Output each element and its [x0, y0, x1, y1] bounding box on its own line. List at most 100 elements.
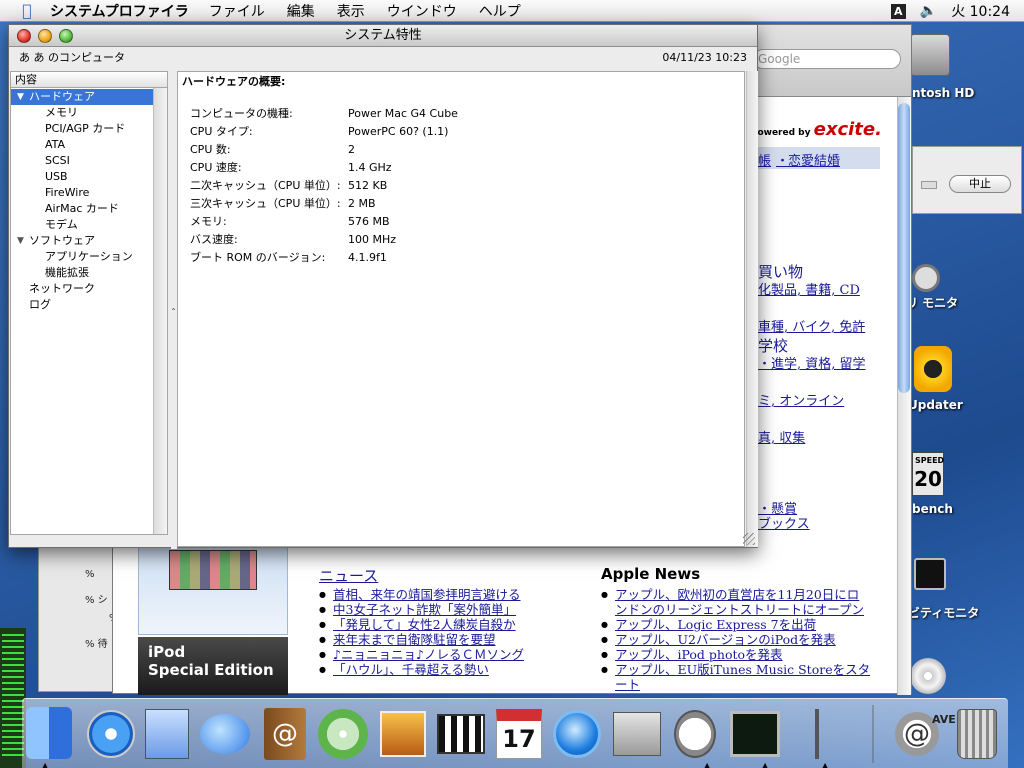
menu-view[interactable]: 表示: [337, 1, 365, 21]
apple-news-item[interactable]: アップル、U2バージョンのiPodを発表: [601, 632, 871, 647]
sidebar-header[interactable]: 内容: [11, 72, 167, 88]
detail-value: 4.1.9f1: [348, 251, 387, 264]
dock-itunes-icon[interactable]: [316, 705, 370, 763]
news-item[interactable]: 「ハウル」、千尋超える勢い: [319, 662, 579, 677]
hard-disk-icon[interactable]: [910, 34, 950, 76]
dock-finder-icon[interactable]: [26, 707, 72, 759]
background-download-window[interactable]: 中止: [912, 146, 1022, 214]
band-link[interactable]: 恋愛結婚: [788, 150, 840, 169]
tree-item-ata[interactable]: ATA: [11, 137, 153, 153]
dock-ical-icon[interactable]: 17: [492, 705, 546, 763]
news-heading[interactable]: ニュース: [319, 565, 378, 586]
tree-item-usb[interactable]: USB: [11, 169, 153, 185]
dock-system-preferences-icon[interactable]: [610, 705, 664, 763]
detail-scrollbar[interactable]: [746, 71, 758, 547]
tree-item-pci-agp[interactable]: PCI/AGP カード: [11, 121, 153, 137]
detail-row: ブート ROM のバージョン: 4.1.9f1: [190, 249, 458, 267]
apple-news-item[interactable]: アップル、欧州初の直営店を11月20日にロンドンのリージェントストリートにオープ…: [601, 587, 871, 617]
dock-ichat-icon[interactable]: [198, 705, 252, 763]
menu-clock[interactable]: 火 10:24: [951, 1, 1010, 21]
portal-link[interactable]: 真, 収集: [758, 427, 805, 446]
window-titlebar[interactable]: システム特性: [9, 25, 757, 47]
monitor-app-label[interactable]: リ モニタ: [906, 294, 958, 311]
portal-link[interactable]: 化製品, 書籍, CD: [758, 279, 860, 298]
resize-handle-icon[interactable]: [743, 533, 755, 545]
dock-imovie-icon[interactable]: [434, 705, 488, 763]
volume-icon[interactable]: 🔈: [920, 3, 937, 19]
info-bar: あ あ のコンピュータ 04/11/23 10:23: [9, 47, 757, 69]
cd-icon[interactable]: [910, 658, 946, 694]
detail-key: 三次キャッシュ（CPU 単位）:: [190, 197, 341, 210]
tree-item-extensions[interactable]: 機能拡張: [11, 265, 153, 281]
band-link[interactable]: 帳: [758, 150, 771, 169]
splitter-grip-icon[interactable]: ˆ: [171, 308, 176, 319]
apple-news-item[interactable]: アップル、EU版iTunes Music Storeをスタート: [601, 662, 871, 692]
dock-system-profiler-icon[interactable]: [790, 705, 844, 763]
xbench-label[interactable]: bench: [912, 502, 953, 516]
dock-iphoto-icon[interactable]: [376, 705, 430, 763]
apple-menu-icon[interactable]: : [16, 1, 38, 20]
portal-link[interactable]: ミ, オンライン: [758, 390, 844, 409]
tree-item-network[interactable]: ネットワーク: [11, 281, 153, 297]
browser-scroll-thumb[interactable]: [898, 103, 910, 393]
dock-mail-icon[interactable]: [140, 705, 194, 763]
dock-safari-icon[interactable]: [84, 705, 138, 763]
detail-key: 二次キャッシュ（CPU 単位）:: [190, 179, 341, 192]
activity-monitor-label[interactable]: ビティモニタ: [908, 604, 979, 621]
tree-item-applications[interactable]: アプリケーション: [11, 249, 153, 265]
detail-row: CPU 数: 2: [190, 141, 458, 159]
portal-link[interactable]: ・進学, 資格, 留学: [758, 353, 866, 372]
tree-item-memory[interactable]: メモリ: [11, 105, 153, 121]
stop-button[interactable]: 中止: [949, 175, 1011, 193]
ical-date: 17: [496, 709, 542, 759]
detail-row: 二次キャッシュ（CPU 単位）: 512 KB: [190, 177, 458, 195]
updater-icon[interactable]: [914, 346, 952, 392]
news-item[interactable]: 中3女子ネット詐欺「案外簡単」: [319, 602, 579, 617]
detail-row: CPU タイプ: PowerPC 60? (1.1): [190, 123, 458, 141]
menu-edit[interactable]: 編集: [287, 1, 315, 21]
background-cpu-window[interactable]: % % シ % % 待: [38, 540, 119, 692]
news-item[interactable]: ♪ニョニョニョ♪ノレるＣＭソング: [319, 647, 579, 662]
tree-item-modem[interactable]: モデム: [11, 217, 153, 233]
dock-address-book-icon[interactable]: @: [258, 705, 312, 763]
close-button[interactable]: [17, 29, 31, 43]
dock-stopwatch-icon[interactable]: [668, 705, 722, 763]
menu-file[interactable]: ファイル: [209, 1, 265, 21]
disclosure-triangle-icon[interactable]: ▼: [17, 233, 24, 249]
detail-pane: ハードウェアの概要: コンピュータの機種: Power Mac G4 Cube C…: [177, 71, 745, 547]
tree-item-logs[interactable]: ログ: [11, 297, 153, 313]
tree-item-firewire[interactable]: FireWire: [11, 185, 153, 201]
minimize-button[interactable]: [38, 29, 52, 43]
dock-activity-monitor-icon[interactable]: [728, 705, 782, 763]
activity-monitor-icon[interactable]: [914, 558, 946, 590]
clock-icon[interactable]: [912, 264, 940, 292]
apple-news-item[interactable]: アップル、Logic Express 7を出荷: [601, 617, 871, 632]
xbench-icon[interactable]: SPEED 20: [912, 452, 944, 496]
hard-disk-label[interactable]: ntosh HD: [912, 86, 974, 100]
zoom-button[interactable]: [59, 29, 73, 43]
menu-help[interactable]: ヘルプ: [479, 1, 521, 21]
tree-item-airmac[interactable]: AirMac カード: [11, 201, 153, 217]
news-item[interactable]: 首相、来年の靖国参拝明言避ける: [319, 587, 579, 602]
portal-link[interactable]: 車種, バイク, 免許: [758, 316, 865, 335]
updater-label[interactable]: Updater: [908, 398, 963, 412]
app-menu[interactable]: システムプロファイラ: [50, 1, 189, 21]
cpu-label: % 待: [85, 639, 108, 650]
sidebar-scrollbar[interactable]: [153, 88, 167, 534]
apple-news-item[interactable]: アップル、iPod photoを発表: [601, 647, 871, 662]
menu-window[interactable]: ウインドウ: [387, 1, 457, 21]
input-method-icon[interactable]: A: [890, 3, 906, 19]
news-item[interactable]: 来年末まで自衛隊駐留を要望: [319, 632, 579, 647]
google-search-field[interactable]: Google: [753, 49, 901, 69]
tree-item-scsi[interactable]: SCSI: [11, 153, 153, 169]
tree-item-software[interactable]: ▼ ソフトウェア: [11, 233, 153, 249]
menu-bar:  システムプロファイラ ファイル 編集 表示 ウインドウ ヘルプ A 🔈 火 …: [0, 0, 1024, 22]
disclosure-triangle-icon[interactable]: ▼: [17, 89, 24, 105]
dock-quicktime-icon[interactable]: [550, 705, 604, 763]
ipod-special-edition-ad[interactable]: iPod Special Edition: [138, 637, 288, 695]
tree-item-hardware[interactable]: ▼ ハードウェア: [11, 89, 153, 105]
dock-trash-icon[interactable]: [950, 705, 1004, 763]
ipod-photo-promo[interactable]: [138, 545, 288, 635]
portal-link[interactable]: ブックス: [758, 513, 810, 532]
news-item[interactable]: 「発見して」女性2人練炭自殺か: [319, 617, 579, 632]
